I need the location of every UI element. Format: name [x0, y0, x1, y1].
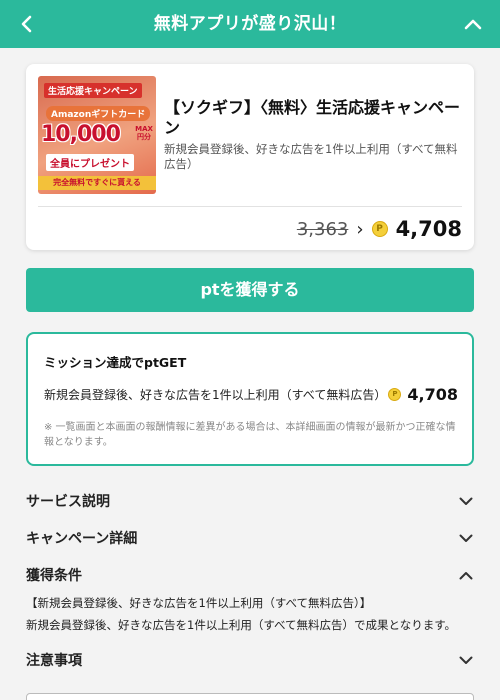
banner-amount: 10,000: [41, 122, 121, 147]
mission-note: ※ 一覧画面と本画面の報酬情報に差異がある場合は、本詳細画面の情報が最新かつ正確…: [44, 422, 456, 448]
page-title: 無料アプリが盛り沢山！: [153, 14, 347, 34]
banner-bottom-label: 完全無料ですぐに貰える: [38, 176, 156, 190]
app-header: 無料アプリが盛り沢山！: [0, 0, 500, 48]
chevron-right-icon: ›: [356, 218, 364, 240]
banner-gift-label: 全員にプレゼント: [46, 154, 134, 171]
section-label: 獲得条件: [26, 568, 82, 584]
offer-description: 新規会員登録後、好きな広告を1件以上利用（すべて無料広告）: [164, 142, 458, 171]
offer-card: 生活応援キャンペーン Amazonギフトカード 10,000 MAX円分 全員に…: [26, 64, 474, 250]
chevron-down-icon: [458, 530, 474, 546]
mission-points: 4,708: [407, 385, 458, 404]
banner-campaign-label: 生活応援キャンペーン: [44, 83, 142, 98]
point-coin-icon: P: [371, 221, 388, 237]
get-points-button[interactable]: ptを獲得する: [26, 268, 474, 312]
condition-heading: 【新規会員登録後、好きな広告を1件以上利用（すべて無料広告）】: [26, 596, 372, 610]
card-divider: [38, 206, 462, 207]
section-service-description[interactable]: サービス説明: [26, 490, 474, 512]
bottom-panel: [26, 693, 474, 700]
section-acquisition-conditions[interactable]: 獲得条件: [26, 564, 474, 586]
new-points: 4,708: [395, 217, 462, 241]
point-coin-icon: P: [388, 388, 402, 401]
chevron-down-icon: [458, 493, 474, 509]
mission-task: 新規会員登録後、好きな広告を1件以上利用（すべて無料広告）: [44, 388, 387, 402]
offer-banner-image[interactable]: 生活応援キャンペーン Amazonギフトカード 10,000 MAX円分 全員に…: [38, 76, 156, 194]
condition-text: 新規会員登録後、好きな広告を1件以上利用（すべて無料広告）で成果となります。: [26, 618, 457, 632]
banner-max-label: MAX円分: [135, 125, 153, 141]
collapse-button[interactable]: [460, 10, 486, 38]
section-label: サービス説明: [26, 494, 110, 510]
points-row: 3,363 › P 4,708: [297, 214, 462, 244]
chevron-up-icon: [464, 19, 482, 30]
chevron-up-icon: [458, 567, 474, 583]
old-points: 3,363: [296, 218, 349, 240]
offer-title: 【ソクギフ】〈無料〉生活応援キャンペーン: [164, 98, 461, 137]
mission-reward: P 4,708: [388, 385, 458, 404]
section-campaign-details[interactable]: キャンペーン詳細: [26, 527, 474, 549]
mission-box: ミッション達成でptGET 新規会員登録後、好きな広告を1件以上利用（すべて無料…: [26, 332, 474, 466]
banner-amazon-label: Amazonギフトカード: [46, 106, 151, 121]
section-notes[interactable]: 注意事項: [26, 649, 474, 671]
section-label: 注意事項: [26, 653, 82, 669]
chevron-down-icon: [458, 652, 474, 668]
mission-title: ミッション達成でptGET: [44, 355, 187, 370]
section-label: キャンペーン詳細: [26, 531, 138, 547]
